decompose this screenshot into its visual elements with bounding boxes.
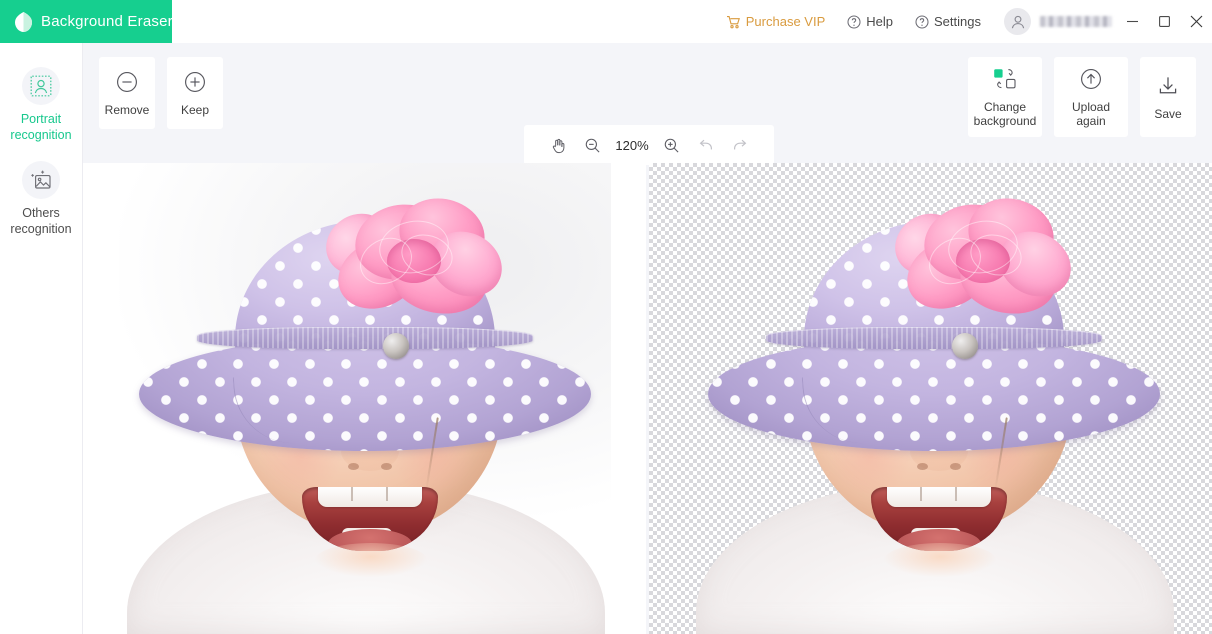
username-redacted xyxy=(1040,16,1112,27)
main-area: Remove Keep Change background Upload aga… xyxy=(83,43,1212,634)
hat-button xyxy=(951,333,978,359)
swap-squares-icon xyxy=(992,66,1018,92)
shield-droplet-logo-icon xyxy=(14,11,33,33)
purchase-vip-label: Purchase VIP xyxy=(745,14,826,29)
pink-flower xyxy=(313,189,513,331)
upload-again-button[interactable]: Upload again xyxy=(1054,57,1128,137)
sidebar-item-portrait-line1: Portrait xyxy=(20,112,62,126)
redo-icon[interactable] xyxy=(725,130,755,160)
sidebar-item-others-recognition[interactable]: Others recognition xyxy=(0,153,82,247)
save-label: Save xyxy=(1154,107,1182,121)
download-icon xyxy=(1156,73,1180,99)
app-title: Background Eraser xyxy=(41,13,173,30)
brand-area: Background Eraser xyxy=(0,0,173,43)
zoom-in-icon[interactable] xyxy=(657,130,687,160)
remove-label: Remove xyxy=(104,103,150,117)
editor-canvas xyxy=(83,163,1212,634)
left-sidebar: Portrait recognition Others recognition xyxy=(0,43,83,634)
keep-button[interactable]: Keep xyxy=(167,57,223,129)
sidebar-item-portrait-line2: recognition xyxy=(10,128,72,142)
pink-flower xyxy=(882,189,1082,331)
chin xyxy=(314,543,427,577)
shopping-cart-icon xyxy=(726,15,741,29)
settings-button[interactable]: Settings xyxy=(904,0,992,43)
nostril-left xyxy=(916,463,928,470)
zoom-toolbar: 120% xyxy=(524,125,774,165)
original-image-pane[interactable] xyxy=(83,163,646,634)
portrait-dashed-frame-icon xyxy=(22,67,60,105)
change-background-line2: background xyxy=(973,114,1037,128)
hat-button xyxy=(382,333,409,359)
titlebar-right-group: Purchase VIP Help Settings xyxy=(715,0,1212,43)
purchase-vip-button[interactable]: Purchase VIP xyxy=(715,0,837,43)
title-bar: Background Eraser Purchase VIP Help Sett… xyxy=(0,0,1212,43)
hand-icon[interactable] xyxy=(543,130,573,160)
cutout-image-pane[interactable] xyxy=(649,163,1212,634)
cutout-photo xyxy=(688,163,1180,634)
change-background-line1: Change xyxy=(983,100,1027,114)
sidebar-item-others-line2: recognition xyxy=(10,222,72,236)
save-button[interactable]: Save xyxy=(1140,57,1196,137)
toolbar-row: Remove Keep Change background Upload aga… xyxy=(83,43,1212,165)
window-controls xyxy=(1116,0,1212,43)
nostril-right xyxy=(949,463,961,470)
baby-subject xyxy=(119,163,611,634)
polka-dot-hat xyxy=(707,189,1160,491)
change-background-button[interactable]: Change background xyxy=(968,57,1042,137)
zoom-level-value[interactable]: 120% xyxy=(611,138,652,153)
minus-circle-icon xyxy=(115,69,139,95)
minimize-icon[interactable] xyxy=(1116,0,1148,43)
sidebar-item-portrait-recognition[interactable]: Portrait recognition xyxy=(0,59,82,153)
maximize-icon[interactable] xyxy=(1148,0,1180,43)
keep-label: Keep xyxy=(180,103,210,117)
account-area[interactable] xyxy=(992,8,1116,35)
plus-circle-icon xyxy=(183,69,207,95)
application-window: Background Eraser Purchase VIP Help Sett… xyxy=(0,0,1212,634)
user-avatar-icon xyxy=(1004,8,1031,35)
original-photo xyxy=(118,163,611,634)
zoom-out-icon[interactable] xyxy=(577,130,607,160)
close-icon[interactable] xyxy=(1180,0,1212,43)
nostril-left xyxy=(347,463,359,470)
chin xyxy=(883,543,996,577)
image-sparkle-icon xyxy=(22,161,60,199)
settings-label: Settings xyxy=(934,14,981,29)
action-tool-group: Change background Upload again Save xyxy=(968,57,1196,137)
question-circle-icon xyxy=(915,14,929,29)
help-label: Help xyxy=(866,14,894,29)
help-button[interactable]: Help xyxy=(836,0,904,43)
remove-button[interactable]: Remove xyxy=(99,57,155,129)
upload-again-label: Upload again xyxy=(1071,100,1111,128)
undo-icon[interactable] xyxy=(691,130,721,160)
baby-subject-cutout xyxy=(688,163,1180,634)
upload-circle-icon xyxy=(1079,66,1103,92)
sidebar-item-others-line1: Others xyxy=(22,206,60,220)
nostril-right xyxy=(380,463,392,470)
polka-dot-hat xyxy=(138,189,591,491)
brush-tool-group: Remove Keep xyxy=(99,57,223,129)
question-circle-icon xyxy=(847,14,861,29)
